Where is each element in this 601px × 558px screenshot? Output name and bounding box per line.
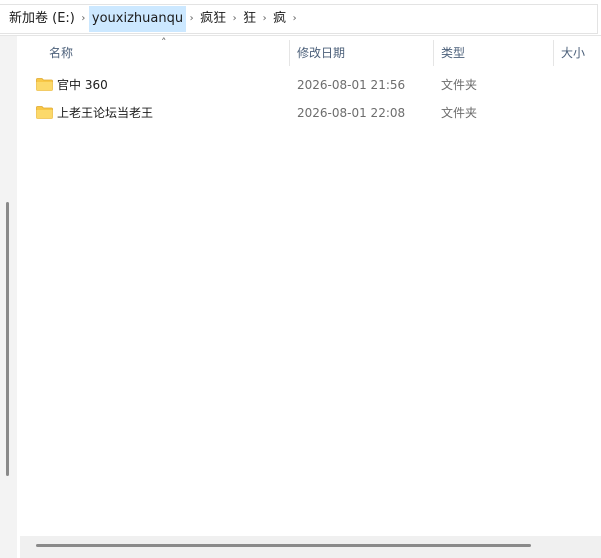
file-modified-date: 2026-08-01 22:08 (297, 106, 406, 120)
file-modified-date: 2026-08-01 21:56 (297, 78, 406, 92)
file-explorer-window: 新加卷 (E:) › youxizhuanqu › 疯狂 › 狂 › 疯 › ˄… (0, 0, 601, 558)
column-divider[interactable] (433, 40, 434, 66)
column-header-size[interactable]: 大小 (561, 36, 585, 70)
column-header-name[interactable]: 名称 (49, 36, 73, 70)
file-type: 文件夹 (441, 106, 478, 120)
chevron-right-icon[interactable]: › (78, 6, 89, 32)
navigation-pane-scrollbar[interactable] (6, 202, 9, 476)
folder-icon (36, 78, 53, 91)
file-type: 文件夹 (441, 78, 478, 92)
chevron-right-icon[interactable]: › (229, 6, 240, 32)
breadcrumb-item-fengkuang[interactable]: 疯狂 (197, 6, 229, 32)
address-bar: 新加卷 (E:) › youxizhuanqu › 疯狂 › 狂 › 疯 › (0, 0, 601, 36)
file-name[interactable]: 上老王论坛当老王 (57, 99, 153, 127)
column-header-row: ˄ 名称 修改日期 类型 大小 (20, 36, 601, 70)
folder-icon (36, 106, 53, 119)
chevron-right-icon[interactable]: › (186, 6, 197, 32)
column-divider[interactable] (553, 40, 554, 66)
horizontal-scrollbar[interactable] (20, 536, 601, 558)
navigation-pane (0, 36, 17, 558)
breadcrumb-item-kuang[interactable]: 狂 (240, 6, 259, 32)
breadcrumb-item-feng[interactable]: 疯 (270, 6, 289, 32)
chevron-right-icon[interactable]: › (259, 6, 270, 32)
column-header-modified[interactable]: 修改日期 (297, 36, 345, 70)
file-name[interactable]: 官中 360 (57, 71, 108, 99)
breadcrumb[interactable]: 新加卷 (E:) › youxizhuanqu › 疯狂 › 狂 › 疯 › (0, 4, 598, 34)
column-divider[interactable] (289, 40, 290, 66)
breadcrumb-item-youxizhuanqu[interactable]: youxizhuanqu (88, 6, 187, 32)
sort-ascending-icon: ˄ (161, 36, 167, 49)
file-row[interactable]: 官中 360 2026-08-01 21:56 文件夹 (20, 71, 601, 99)
column-header-type[interactable]: 类型 (441, 36, 465, 70)
file-row[interactable]: 上老王论坛当老王 2026-08-01 22:08 文件夹 (20, 99, 601, 127)
file-list: ˄ 名称 修改日期 类型 大小 官中 360 2026-08-01 21:56 … (20, 36, 601, 558)
chevron-right-icon[interactable]: › (289, 6, 300, 32)
breadcrumb-item-drive[interactable]: 新加卷 (E:) (0, 6, 78, 32)
horizontal-scrollbar-thumb[interactable] (36, 544, 531, 547)
